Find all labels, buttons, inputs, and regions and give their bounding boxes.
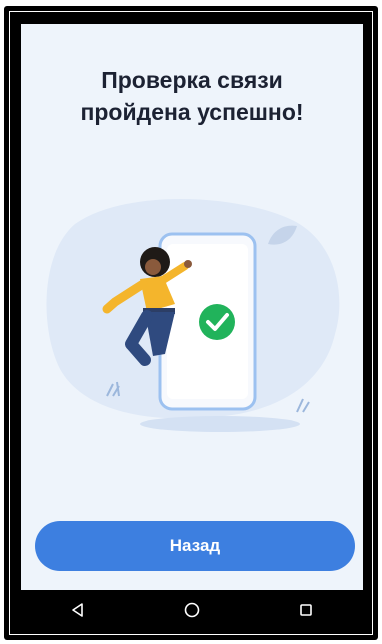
page-title: Проверка связи пройдена успешно! [21, 64, 363, 128]
floor-shadow [140, 416, 300, 432]
title-line-2: пройдена успешно! [80, 99, 304, 125]
back-button[interactable]: Назад [35, 521, 355, 571]
nav-back-triangle-icon [72, 603, 83, 617]
person-face [145, 259, 161, 275]
success-check-icon [199, 304, 235, 340]
plant-right [296, 398, 310, 413]
system-navbar [21, 590, 363, 630]
nav-back-button[interactable] [58, 590, 98, 630]
nav-recents-square-icon [300, 604, 312, 616]
person-hand [184, 260, 192, 268]
nav-home-button[interactable] [172, 590, 212, 630]
app-screen: Проверка связи пройдена успешно! Назад [21, 24, 363, 590]
nav-recents-button[interactable] [286, 590, 326, 630]
success-illustration [46, 199, 340, 432]
nav-home-circle-icon [184, 602, 200, 618]
title-line-1: Проверка связи [101, 67, 283, 93]
